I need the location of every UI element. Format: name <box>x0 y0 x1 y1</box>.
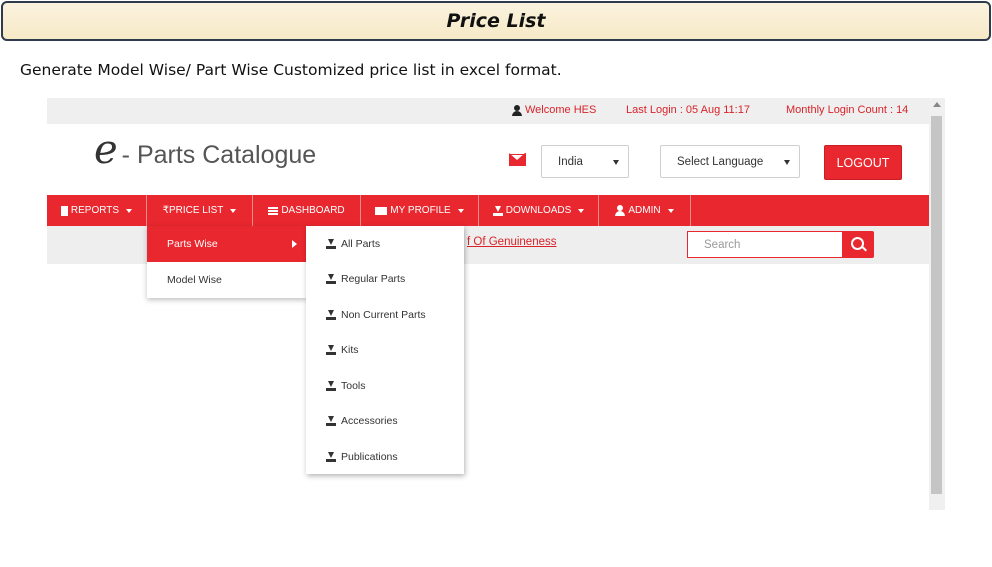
chevron-down-icon <box>578 208 585 213</box>
site-logo[interactable]: e - Parts Catalogue <box>94 130 316 170</box>
slide-title: Price List <box>446 10 546 32</box>
scroll-up-arrow-icon[interactable] <box>933 102 941 107</box>
download-icon <box>326 416 336 427</box>
nav-price-list[interactable]: ₹PRICE LIST <box>147 195 253 226</box>
submenu-item-regular-parts[interactable]: Regular Parts <box>306 262 464 298</box>
chevron-down-icon <box>230 208 237 213</box>
search-icon[interactable] <box>842 231 874 258</box>
submenu-item-label: Tools <box>341 379 366 392</box>
logo-e-mark: e <box>94 127 118 173</box>
welcome-text: Welcome HES <box>525 104 597 116</box>
download-icon <box>326 451 336 462</box>
mail-icon[interactable] <box>509 153 526 166</box>
nav-admin[interactable]: ADMIN <box>599 195 691 226</box>
chevron-down-icon <box>613 160 619 165</box>
top-info-bar: Welcome HES Last Login : 05 Aug 11:17 Mo… <box>47 98 929 124</box>
genuineness-link[interactable]: f Of Genuineness <box>467 236 557 248</box>
envelope-icon <box>375 206 388 215</box>
country-select-value: India <box>558 155 583 168</box>
main-navbar: REPORTS ₹PRICE LIST DASHBOARD MY PROFILE… <box>47 195 929 226</box>
chevron-down-icon <box>457 208 464 213</box>
download-icon <box>326 309 336 320</box>
submenu-item-label: Kits <box>341 344 359 357</box>
scroll-thumb[interactable] <box>931 116 942 494</box>
download-icon <box>326 238 336 249</box>
price-list-dropdown: Parts Wise Model Wise <box>147 226 307 298</box>
chevron-down-icon <box>126 208 133 213</box>
menu-item-parts-wise[interactable]: Parts Wise <box>147 226 307 262</box>
submenu-item-label: Regular Parts <box>341 273 406 286</box>
app-screenshot: Welcome HES Last Login : 05 Aug 11:17 Mo… <box>47 98 945 510</box>
submenu-item-label: Accessories <box>341 415 398 428</box>
download-icon <box>326 274 336 285</box>
user-icon <box>615 205 626 216</box>
chevron-down-icon <box>784 160 790 165</box>
submenu-item-label: All Parts <box>341 237 381 250</box>
nav-price-list-label: ₹PRICE LIST <box>162 205 224 216</box>
download-icon <box>326 345 336 356</box>
nav-my-profile[interactable]: MY PROFILE <box>361 195 479 226</box>
nav-downloads-label: DOWNLOADS <box>505 205 572 216</box>
vertical-scrollbar[interactable] <box>929 98 945 510</box>
login-count-text: Monthly Login Count : 14 <box>786 104 909 116</box>
submenu-item-publications[interactable]: Publications <box>306 439 464 475</box>
submenu-item-accessories[interactable]: Accessories <box>306 404 464 440</box>
user-icon <box>512 104 522 116</box>
menu-item-label: Model Wise <box>167 274 222 286</box>
last-login-text: Last Login : 05 Aug 11:17 <box>626 104 750 116</box>
submenu-item-label: Publications <box>341 450 398 463</box>
nav-dashboard[interactable]: DASHBOARD <box>253 195 361 226</box>
logo-text: - Parts Catalogue <box>121 141 317 169</box>
language-select[interactable]: Select Language <box>660 145 800 178</box>
slide-title-banner: Price List <box>1 1 991 41</box>
country-select[interactable]: India <box>541 145 629 178</box>
nav-admin-label: ADMIN <box>628 205 661 216</box>
download-icon <box>326 380 336 391</box>
welcome-link[interactable]: Welcome HES <box>512 104 596 116</box>
menu-item-label: Parts Wise <box>167 238 218 250</box>
submenu-item-label: Non Current Parts <box>341 308 426 321</box>
submenu-item-kits[interactable]: Kits <box>306 333 464 369</box>
menu-icon <box>268 206 279 215</box>
download-icon <box>492 205 503 216</box>
document-icon <box>60 205 68 216</box>
chevron-down-icon <box>667 208 674 213</box>
language-select-value: Select Language <box>677 155 764 168</box>
submenu-item-tools[interactable]: Tools <box>306 368 464 404</box>
submenu-item-non-current-parts[interactable]: Non Current Parts <box>306 297 464 333</box>
chevron-right-icon <box>292 240 297 248</box>
slide-description: Generate Model Wise/ Part Wise Customize… <box>20 61 562 79</box>
parts-wise-submenu: All Parts Regular Parts Non Current Part… <box>306 226 464 474</box>
nav-dashboard-label: DASHBOARD <box>281 205 345 216</box>
nav-reports-label: REPORTS <box>70 205 120 216</box>
logout-button[interactable]: LOGOUT <box>824 145 902 180</box>
search-input[interactable]: Search <box>687 231 843 258</box>
submenu-item-all-parts[interactable]: All Parts <box>306 226 464 262</box>
nav-reports[interactable]: REPORTS <box>47 195 147 226</box>
nav-my-profile-label: MY PROFILE <box>390 205 451 216</box>
menu-item-model-wise[interactable]: Model Wise <box>147 262 307 298</box>
nav-downloads[interactable]: DOWNLOADS <box>479 195 599 226</box>
